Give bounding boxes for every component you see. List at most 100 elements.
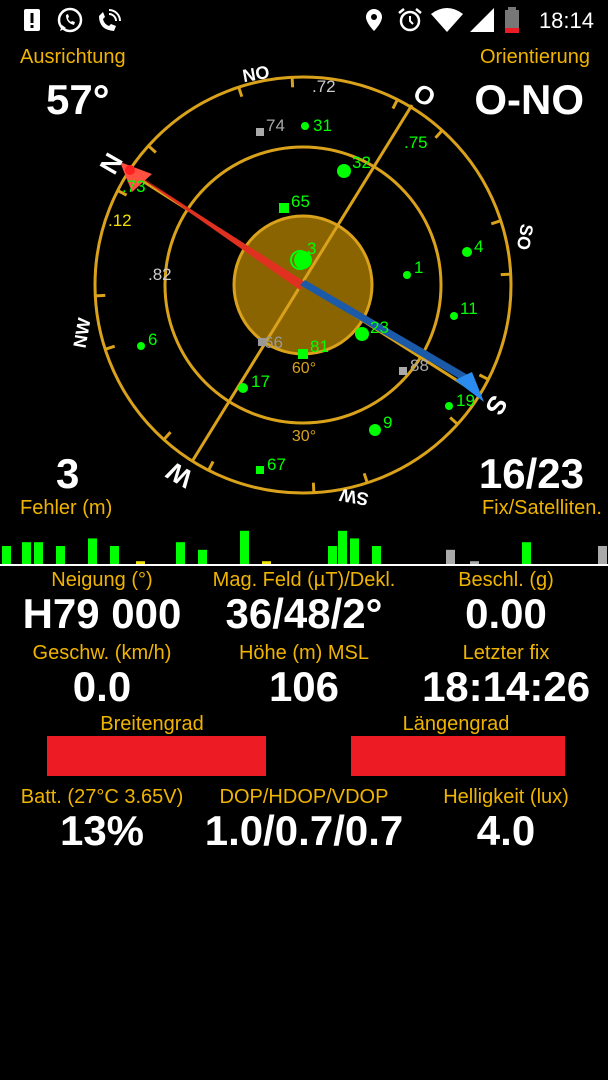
signal-bar [240,530,249,565]
last-fix-value: 18:14:26 [421,663,591,710]
satellite-marker [403,271,411,279]
dir-northwest-label: NW [70,316,95,349]
dir-south-label: S [479,390,514,420]
speed-label: Geschw. (km/h) [32,642,172,664]
signal-bar [350,538,359,565]
signal-bar [198,549,207,565]
compass-tick [362,472,369,484]
compass-tick [434,129,444,139]
satellite-label: 88 [410,356,429,375]
compass-tick [95,293,106,298]
compass-tick [104,344,116,351]
compass-tick [311,482,316,493]
elevation-label-30: 30° [292,428,316,445]
compass-tick [147,144,157,154]
battery-icon [505,7,519,33]
satellite-marker [355,327,369,341]
signal-bar [176,542,185,565]
satellite-marker [399,367,407,375]
last-fix-label: Letzter fix [462,642,550,664]
tilt-value: H79 000 [22,590,182,637]
compass-tick [290,77,295,88]
brightness-value: 4.0 [476,807,536,854]
alarm-icon [398,8,422,32]
battery-value: 13% [59,807,145,854]
signal-icon [470,8,494,32]
elevation-label-60: 60° [292,360,316,377]
altitude-value: 106 [268,663,340,710]
signal-bar [110,546,119,565]
satellite-label: 17 [251,372,270,391]
satellite-label: 74 [266,116,285,135]
battery-label: Batt. (27°C 3.65V) [20,786,184,808]
satellite-label: .73 [122,177,146,196]
signal-bar [338,530,347,565]
tilt-label: Neigung (°) [51,569,153,591]
satellite-marker [450,312,458,320]
satellite-label: .12 [108,211,132,230]
signal-strength-chart [0,530,608,566]
mag-field-value: 36/48/2° [225,590,383,637]
altitude-label: Höhe (m) MSL [238,642,370,664]
satellite-marker [369,424,381,436]
satellite-marker [298,349,308,359]
satellite-label: 23 [370,318,389,337]
dir-southwest-label: SW [338,485,370,510]
compass-tick [391,98,399,110]
compass-tick [478,373,490,381]
latitude-label: Breitengrad [100,713,204,735]
longitude-value-redacted [351,736,565,776]
satellite-marker [462,247,472,257]
signal-bar [372,546,381,565]
satellite-marker [337,164,351,178]
satellite-label: 1 [414,258,423,277]
signal-bar [328,546,337,565]
satellite-label: 4 [474,237,483,256]
satellite-label: 9 [383,413,392,432]
satellite-label: .72 [312,77,336,96]
accel-label: Beschl. (g) [458,569,554,591]
brightness-label: Helligkeit (lux) [443,786,569,808]
satellite-label: 11 [460,299,478,318]
satellite-label: 32 [352,153,371,172]
sky-plot[interactable]: NO O SO S SW W NW N 60° 30° 3 1 4 11 23 … [0,40,608,520]
signal-bar [56,546,65,565]
compass-tick [162,431,172,441]
wifi-icon [431,8,463,32]
compass-tick [237,86,244,98]
satellite-marker [137,342,145,350]
satellite-label: .75 [404,133,428,152]
satellite-label: 31 [313,116,332,135]
satellite-marker [279,203,289,213]
signal-bar [522,542,531,565]
satellite-label: 66 [264,333,283,352]
satellite-label: 81 [310,337,329,356]
satellite-label: .82 [148,265,172,284]
whatsapp-icon [57,7,83,33]
signal-bar [446,549,455,565]
location-icon [366,9,382,31]
wifi-calling-icon [99,9,121,31]
satellite-marker [256,466,264,474]
signal-bar [22,542,31,565]
satellite-marker [256,128,264,136]
accel-value: 0.00 [465,590,547,637]
dir-north-label: N [93,148,128,179]
satellite-label: 6 [148,330,157,349]
satellite-marker [301,122,309,130]
dop-value: 1.0/0.7/0.7 [204,807,404,854]
compass-tick [449,416,459,426]
dop-label: DOP/HDOP/VDOP [219,786,389,808]
compass-tick [500,272,511,277]
satellite-marker [445,402,453,410]
mag-field-label: Mag. Feld (µT)/Dekl. [212,569,396,591]
compass-tick [490,219,502,226]
satellite-label: 3 [307,239,316,258]
alert-icon [24,9,40,31]
dir-northeast-label: NO [241,62,271,86]
speed-value: 0.0 [72,663,132,710]
signal-bar [2,546,11,565]
satellite-label: 19 [456,391,475,410]
satellite-label: 65 [291,192,310,211]
satellite-label: 67 [267,455,286,474]
